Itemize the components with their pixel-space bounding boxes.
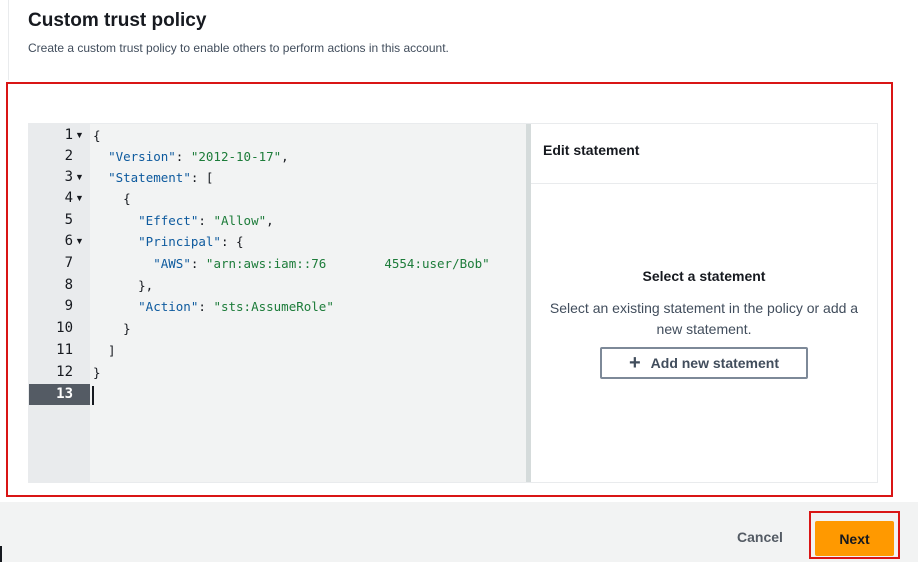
footer-edge-mark (0, 546, 2, 562)
page-title: Custom trust policy (28, 10, 207, 31)
page-description: Create a custom trust policy to enable o… (28, 41, 449, 55)
editor-highlight-box (6, 82, 893, 497)
next-highlight-box (809, 511, 900, 559)
page-header: Custom trust policy Create a custom trus… (0, 0, 918, 80)
cancel-button[interactable]: Cancel (737, 529, 783, 545)
header-edge (8, 0, 9, 80)
